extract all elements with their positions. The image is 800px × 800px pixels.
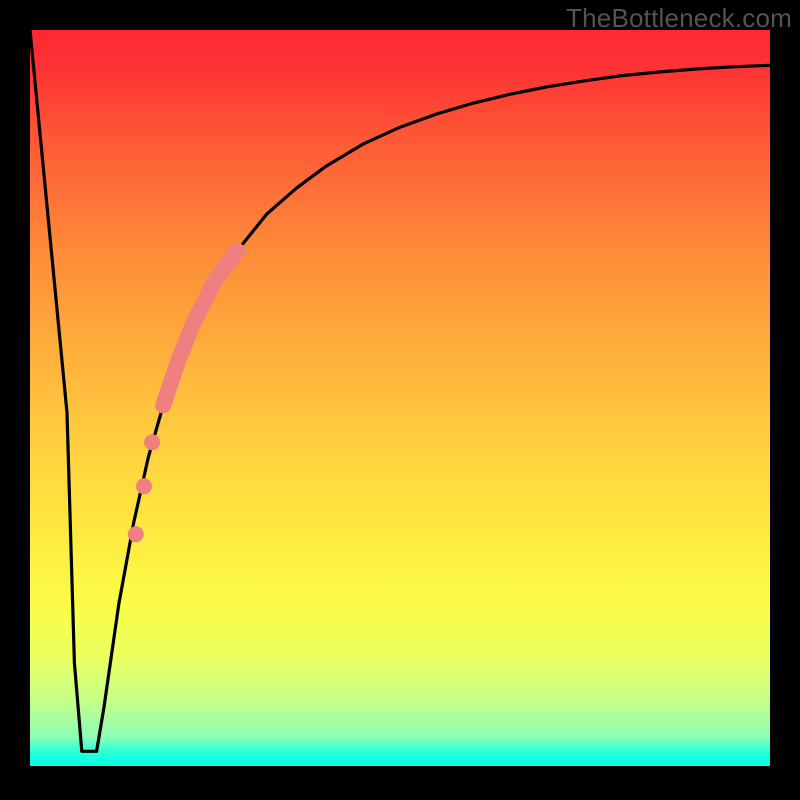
highlight-segment <box>163 251 237 406</box>
chart-container: TheBottleneck.com <box>0 0 800 800</box>
highlight-dot <box>128 526 144 542</box>
highlight-dot <box>136 478 152 494</box>
bottleneck-curve <box>30 30 770 751</box>
plot-area <box>30 30 770 766</box>
watermark-label: TheBottleneck.com <box>566 3 792 34</box>
highlight-dot <box>144 434 160 450</box>
plot-svg <box>30 30 770 766</box>
